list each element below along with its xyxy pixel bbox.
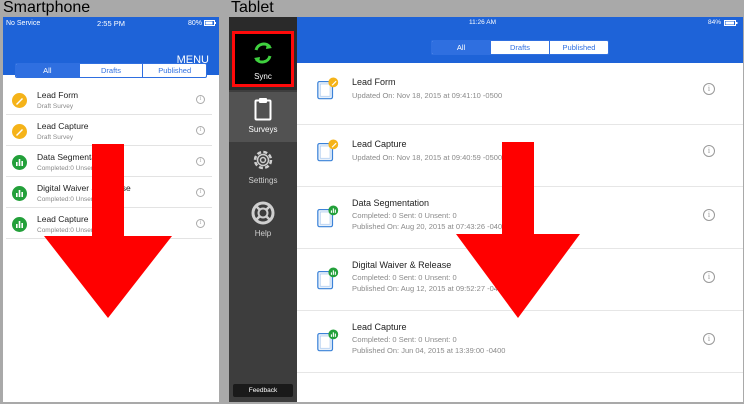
sync-button[interactable]: Sync xyxy=(232,31,294,87)
chart-icon xyxy=(12,186,27,201)
sync-icon xyxy=(254,42,272,64)
tablet-screen: iPad 11:26 AM 84% Sync Surveys Settings … xyxy=(229,17,743,402)
feedback-button[interactable]: Feedback xyxy=(233,384,293,397)
tablet-survey-icon xyxy=(317,77,339,100)
survey-title: Lead Capture xyxy=(37,214,89,224)
survey-title: Lead Capture xyxy=(352,139,407,149)
survey-title: Lead Form xyxy=(37,90,79,100)
smartphone-caption: Smartphone xyxy=(3,0,91,16)
phone-status-bar: No Service 2:55 PM 80% xyxy=(3,17,219,29)
info-icon[interactable]: i xyxy=(196,188,205,197)
tab-drafts[interactable]: Drafts xyxy=(490,41,549,54)
chart-icon xyxy=(12,155,27,170)
list-item[interactable]: Digital Waiver & Release Completed:0 Unse… xyxy=(6,177,212,208)
battery-icon xyxy=(724,20,738,26)
list-item[interactable]: Lead Capture Draft Survey i xyxy=(6,115,212,146)
pencil-icon xyxy=(12,124,27,139)
phone-filter-tabs: All Drafts Published xyxy=(15,63,207,78)
sidebar: Sync Surveys Settings Help Feedback xyxy=(229,17,297,402)
sidebar-item-surveys[interactable]: Surveys xyxy=(229,92,297,142)
battery-percent: 80% xyxy=(187,19,202,27)
survey-subtitle: Draft Survey xyxy=(37,134,74,141)
tab-published[interactable]: Published xyxy=(142,64,206,77)
info-icon[interactable]: i xyxy=(703,83,715,95)
sidebar-item-label: Help xyxy=(254,229,272,238)
pencil-icon xyxy=(12,93,27,108)
survey-details: Completed: 0 Sent: 0 Unsent: 0 xyxy=(352,335,457,344)
tablet-caption: Tablet xyxy=(231,0,274,16)
tablet-survey-icon xyxy=(317,267,339,290)
tablet-survey-icon xyxy=(317,205,339,228)
clipboard-icon xyxy=(254,98,272,121)
survey-details: Completed: 0 Sent: 0 Unsent: 0 xyxy=(352,273,457,282)
survey-published-on: Published On: Aug 20, 2015 at 07:43:26 -… xyxy=(352,222,507,231)
tablet-survey-icon xyxy=(317,329,339,352)
info-icon[interactable]: i xyxy=(196,126,205,135)
tablet-filter-tabs: All Drafts Published xyxy=(431,40,609,55)
sidebar-item-label: Surveys xyxy=(248,125,278,134)
survey-published-on: Published On: Jun 04, 2015 at 13:39:00 -… xyxy=(352,346,506,355)
survey-published-on: Published On: Aug 12, 2015 at 09:52:27 -… xyxy=(352,284,507,293)
survey-subtitle: Completed:0 Unsent:0 xyxy=(37,196,102,203)
list-item[interactable]: Lead Capture Updated On: Nov 18, 2015 at … xyxy=(297,125,743,187)
tablet-survey-list: Lead Form Updated On: Nov 18, 2015 at 09:… xyxy=(297,63,743,402)
tablet-status-bar: iPad 11:26 AM 84% xyxy=(229,17,743,29)
smartphone-screen: No Service 2:55 PM 80% MENU All Drafts P… xyxy=(3,17,219,402)
survey-subtitle: Completed:0 Unsent:0 xyxy=(37,165,102,172)
sidebar-item-label: Settings xyxy=(248,176,278,185)
sidebar-item-settings[interactable]: Settings xyxy=(229,147,297,185)
sync-label: Sync xyxy=(254,72,272,81)
survey-title: Digital Waiver & Release xyxy=(352,260,452,270)
info-icon[interactable]: i xyxy=(703,271,715,283)
chart-icon xyxy=(12,217,27,232)
list-item[interactable]: Lead Form Updated On: Nov 18, 2015 at 09:… xyxy=(297,63,743,125)
list-item[interactable]: Lead Capture Completed:0 Unsent:0 i xyxy=(6,208,212,239)
list-item[interactable]: Lead Form Draft Survey i xyxy=(6,84,212,115)
survey-details: Updated On: Nov 18, 2015 at 09:41:10 -05… xyxy=(352,91,503,100)
list-item[interactable]: Data Segmentation Completed: 0 Sent: 0 Un… xyxy=(297,187,743,249)
info-icon[interactable]: i xyxy=(703,333,715,345)
info-icon[interactable]: i xyxy=(196,219,205,228)
tab-all[interactable]: All xyxy=(432,41,490,54)
status-time: 11:26 AM xyxy=(469,19,496,26)
info-icon[interactable]: i xyxy=(196,95,205,104)
battery-icon xyxy=(204,20,216,26)
list-item[interactable]: Lead Capture Completed: 0 Sent: 0 Unsent:… xyxy=(297,311,743,373)
info-icon[interactable]: i xyxy=(703,145,715,157)
survey-subtitle: Draft Survey xyxy=(37,103,74,110)
tablet-survey-icon xyxy=(317,139,339,162)
battery-percent: 84% xyxy=(707,19,721,26)
survey-title: Lead Capture xyxy=(352,322,407,332)
survey-subtitle: Completed:0 Unsent:0 xyxy=(37,227,102,234)
survey-details: Updated On: Nov 18, 2015 at 09:40:59 -05… xyxy=(352,153,503,162)
info-icon[interactable]: i xyxy=(703,209,715,221)
survey-title: Data Segmentatio xyxy=(37,152,106,162)
list-item[interactable]: Digital Waiver & Release Completed: 0 Sen… xyxy=(297,249,743,311)
sidebar-item-help[interactable]: Help xyxy=(229,200,297,238)
info-icon[interactable]: i xyxy=(196,157,205,166)
status-time: 2:55 PM xyxy=(97,18,125,28)
tab-all[interactable]: All xyxy=(16,64,79,77)
gear-icon xyxy=(253,150,273,170)
tab-published[interactable]: Published xyxy=(549,41,608,54)
survey-title: Lead Capture xyxy=(37,121,89,131)
survey-details: Completed: 0 Sent: 0 Unsent: 0 xyxy=(352,211,457,220)
survey-title: Data Segmentation xyxy=(352,198,430,208)
lifebuoy-icon xyxy=(251,201,275,225)
tab-drafts[interactable]: Drafts xyxy=(78,64,143,77)
phone-survey-list: Lead Form Draft Survey i Lead Capture Draft … xyxy=(6,84,212,239)
survey-title: Digital Waiver & Release xyxy=(37,183,131,193)
list-item[interactable]: Data Segmentatio Completed:0 Unsent:0 i xyxy=(6,146,212,177)
survey-title: Lead Form xyxy=(352,77,396,87)
